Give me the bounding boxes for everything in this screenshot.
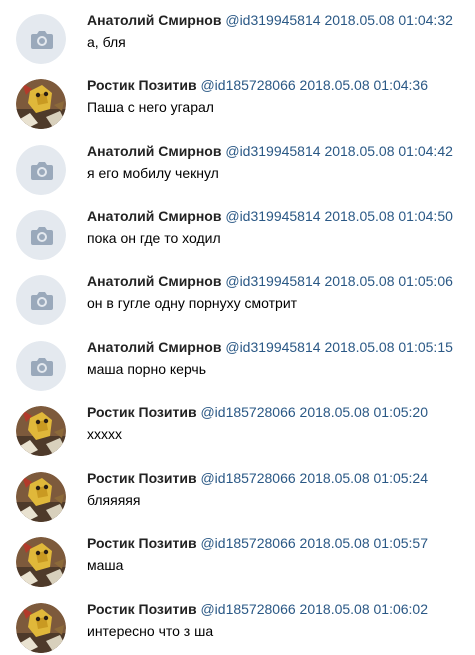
avatar[interactable] bbox=[16, 275, 66, 325]
user-handle-link[interactable]: @id319945814 bbox=[225, 143, 320, 159]
user-handle-link[interactable]: @id185728066 bbox=[200, 601, 295, 617]
camera-placeholder-icon bbox=[16, 275, 66, 325]
message-timestamp[interactable]: 2018.05.08 01:04:50 bbox=[324, 208, 452, 224]
author-name[interactable]: Анатолий Смирнов bbox=[87, 208, 221, 224]
user-handle-link[interactable]: @id185728066 bbox=[200, 77, 295, 93]
message-timestamp[interactable]: 2018.05.08 01:04:32 bbox=[324, 12, 452, 28]
message-feed: Анатолий Смирнов @id319945814 2018.05.08… bbox=[0, 0, 475, 655]
author-name[interactable]: Анатолий Смирнов bbox=[87, 12, 221, 28]
message-timestamp[interactable]: 2018.05.08 01:04:42 bbox=[324, 143, 452, 159]
message-item: Анатолий Смирнов @id319945814 2018.05.08… bbox=[0, 0, 475, 65]
author-name[interactable]: Ростик Позитив bbox=[87, 535, 197, 551]
user-handle-link[interactable]: @id185728066 bbox=[200, 535, 295, 551]
message-text: бляяяяя bbox=[87, 492, 141, 508]
user-handle-link[interactable]: @id319945814 bbox=[225, 12, 320, 28]
message-header: Ростик Позитив @id185728066 2018.05.08 0… bbox=[87, 601, 428, 618]
user-handle-link[interactable]: @id185728066 bbox=[200, 404, 295, 420]
camera-placeholder-icon bbox=[16, 210, 66, 260]
avatar[interactable] bbox=[16, 341, 66, 391]
author-name[interactable]: Анатолий Смирнов bbox=[87, 273, 221, 289]
message-item: Анатолий Смирнов @id319945814 2018.05.08… bbox=[0, 261, 475, 326]
avatar[interactable] bbox=[16, 406, 66, 456]
message-text: Паша с него угарал bbox=[87, 99, 214, 115]
message-timestamp[interactable]: 2018.05.08 01:05:06 bbox=[324, 273, 452, 289]
message-text: пока он где то ходил bbox=[87, 230, 221, 246]
message-item: Анатолий Смирнов @id319945814 2018.05.08… bbox=[0, 196, 475, 261]
message-item: Ростик Позитив @id185728066 2018.05.08 0… bbox=[0, 523, 475, 588]
message-item: Анатолий Смирнов @id319945814 2018.05.08… bbox=[0, 327, 475, 392]
avatar[interactable] bbox=[16, 537, 66, 587]
camera-placeholder-icon bbox=[16, 14, 66, 64]
author-name[interactable]: Ростик Позитив bbox=[87, 601, 197, 617]
avatar[interactable] bbox=[16, 210, 66, 260]
user-handle-link[interactable]: @id319945814 bbox=[225, 273, 320, 289]
cartoon-avatar-image bbox=[16, 472, 66, 522]
message-item: Ростик Позитив @id185728066 2018.05.08 0… bbox=[0, 65, 475, 130]
message-item: Ростик Позитив @id185728066 2018.05.08 0… bbox=[0, 392, 475, 457]
message-text: а, бля bbox=[87, 34, 126, 50]
user-handle-link[interactable]: @id319945814 bbox=[225, 339, 320, 355]
user-handle-link[interactable]: @id185728066 bbox=[200, 470, 295, 486]
avatar[interactable] bbox=[16, 145, 66, 195]
message-item: Ростик Позитив @id185728066 2018.05.08 0… bbox=[0, 589, 475, 654]
message-header: Ростик Позитив @id185728066 2018.05.08 0… bbox=[87, 535, 428, 552]
camera-placeholder-icon bbox=[16, 341, 66, 391]
author-name[interactable]: Ростик Позитив bbox=[87, 470, 197, 486]
message-item: Анатолий Смирнов @id319945814 2018.05.08… bbox=[0, 131, 475, 196]
cartoon-avatar-image bbox=[16, 406, 66, 456]
message-timestamp[interactable]: 2018.05.08 01:05:57 bbox=[300, 535, 428, 551]
message-header: Анатолий Смирнов @id319945814 2018.05.08… bbox=[87, 12, 453, 29]
message-text: интересно что з ша bbox=[87, 623, 214, 639]
avatar[interactable] bbox=[16, 14, 66, 64]
camera-placeholder-icon bbox=[16, 145, 66, 195]
message-timestamp[interactable]: 2018.05.08 01:05:20 bbox=[300, 404, 428, 420]
author-name[interactable]: Анатолий Смирнов bbox=[87, 339, 221, 355]
message-timestamp[interactable]: 2018.05.08 01:06:02 bbox=[300, 601, 428, 617]
message-text: маша bbox=[87, 557, 124, 573]
cartoon-avatar-image bbox=[16, 603, 66, 653]
message-header: Анатолий Смирнов @id319945814 2018.05.08… bbox=[87, 339, 453, 356]
cartoon-avatar-image bbox=[16, 79, 66, 129]
message-header: Анатолий Смирнов @id319945814 2018.05.08… bbox=[87, 273, 453, 290]
message-text: маша порно керчь bbox=[87, 361, 207, 377]
author-name[interactable]: Ростик Позитив bbox=[87, 404, 197, 420]
message-timestamp[interactable]: 2018.05.08 01:04:36 bbox=[300, 77, 428, 93]
message-text: xxxxx bbox=[87, 426, 122, 442]
avatar[interactable] bbox=[16, 79, 66, 129]
cartoon-avatar-image bbox=[16, 537, 66, 587]
avatar[interactable] bbox=[16, 472, 66, 522]
message-header: Ростик Позитив @id185728066 2018.05.08 0… bbox=[87, 404, 428, 421]
message-header: Анатолий Смирнов @id319945814 2018.05.08… bbox=[87, 208, 453, 225]
message-text: он в гугле одну порнуху смотрит bbox=[87, 295, 298, 311]
message-item: Ростик Позитив @id185728066 2018.05.08 0… bbox=[0, 458, 475, 523]
user-handle-link[interactable]: @id319945814 bbox=[225, 208, 320, 224]
message-timestamp[interactable]: 2018.05.08 01:05:24 bbox=[300, 470, 428, 486]
message-timestamp[interactable]: 2018.05.08 01:05:15 bbox=[324, 339, 452, 355]
message-header: Анатолий Смирнов @id319945814 2018.05.08… bbox=[87, 143, 453, 160]
avatar[interactable] bbox=[16, 603, 66, 653]
message-header: Ростик Позитив @id185728066 2018.05.08 0… bbox=[87, 470, 428, 487]
author-name[interactable]: Ростик Позитив bbox=[87, 77, 197, 93]
message-text: я его мобилу чекнул bbox=[87, 165, 219, 181]
message-header: Ростик Позитив @id185728066 2018.05.08 0… bbox=[87, 77, 428, 94]
author-name[interactable]: Анатолий Смирнов bbox=[87, 143, 221, 159]
